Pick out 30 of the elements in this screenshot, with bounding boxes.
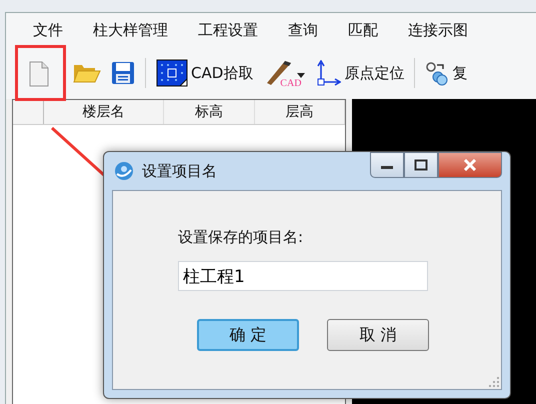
minimize-button[interactable] xyxy=(370,152,404,178)
circles-icon xyxy=(425,60,450,86)
close-button[interactable] xyxy=(438,152,502,178)
menu-item[interactable]: 匹配 xyxy=(348,20,378,40)
maximize-icon xyxy=(414,159,428,171)
menu-item[interactable]: 查询 xyxy=(288,20,318,40)
column-header[interactable]: 标高 xyxy=(164,100,255,124)
menu-item[interactable]: 柱大样管理 xyxy=(93,20,168,40)
new-file-button[interactable] xyxy=(15,45,66,101)
new-file-icon xyxy=(28,61,50,87)
maximize-button[interactable] xyxy=(404,152,438,178)
resize-grip-icon[interactable] xyxy=(489,377,499,387)
project-name-field[interactable]: 柱工程1 xyxy=(178,261,428,291)
column-header[interactable]: 楼层名 xyxy=(44,100,164,124)
toolbar-button[interactable]: CAD拾取 xyxy=(153,57,256,89)
close-icon xyxy=(463,159,477,171)
field-label: 设置保存的项目名: xyxy=(178,228,304,247)
column-header[interactable]: 层高 xyxy=(254,100,345,124)
caret-icon xyxy=(297,73,306,78)
menu-item[interactable]: 文件 xyxy=(33,20,63,40)
grid-icon xyxy=(156,59,188,87)
menu-item[interactable]: 连接示图 xyxy=(408,20,468,40)
menu-item[interactable]: 工程设置 xyxy=(198,20,258,40)
dialog-title: 设置项目名 xyxy=(142,162,217,180)
axes-icon xyxy=(315,60,342,86)
dialog-button[interactable]: 取 消 xyxy=(327,319,429,351)
toolbar-button[interactable]: 原点定位 xyxy=(312,58,408,88)
app-logo-icon xyxy=(114,161,134,181)
dialog-button[interactable]: 确 定 xyxy=(197,319,299,351)
toolbar-button[interactable]: 复 xyxy=(422,58,470,88)
